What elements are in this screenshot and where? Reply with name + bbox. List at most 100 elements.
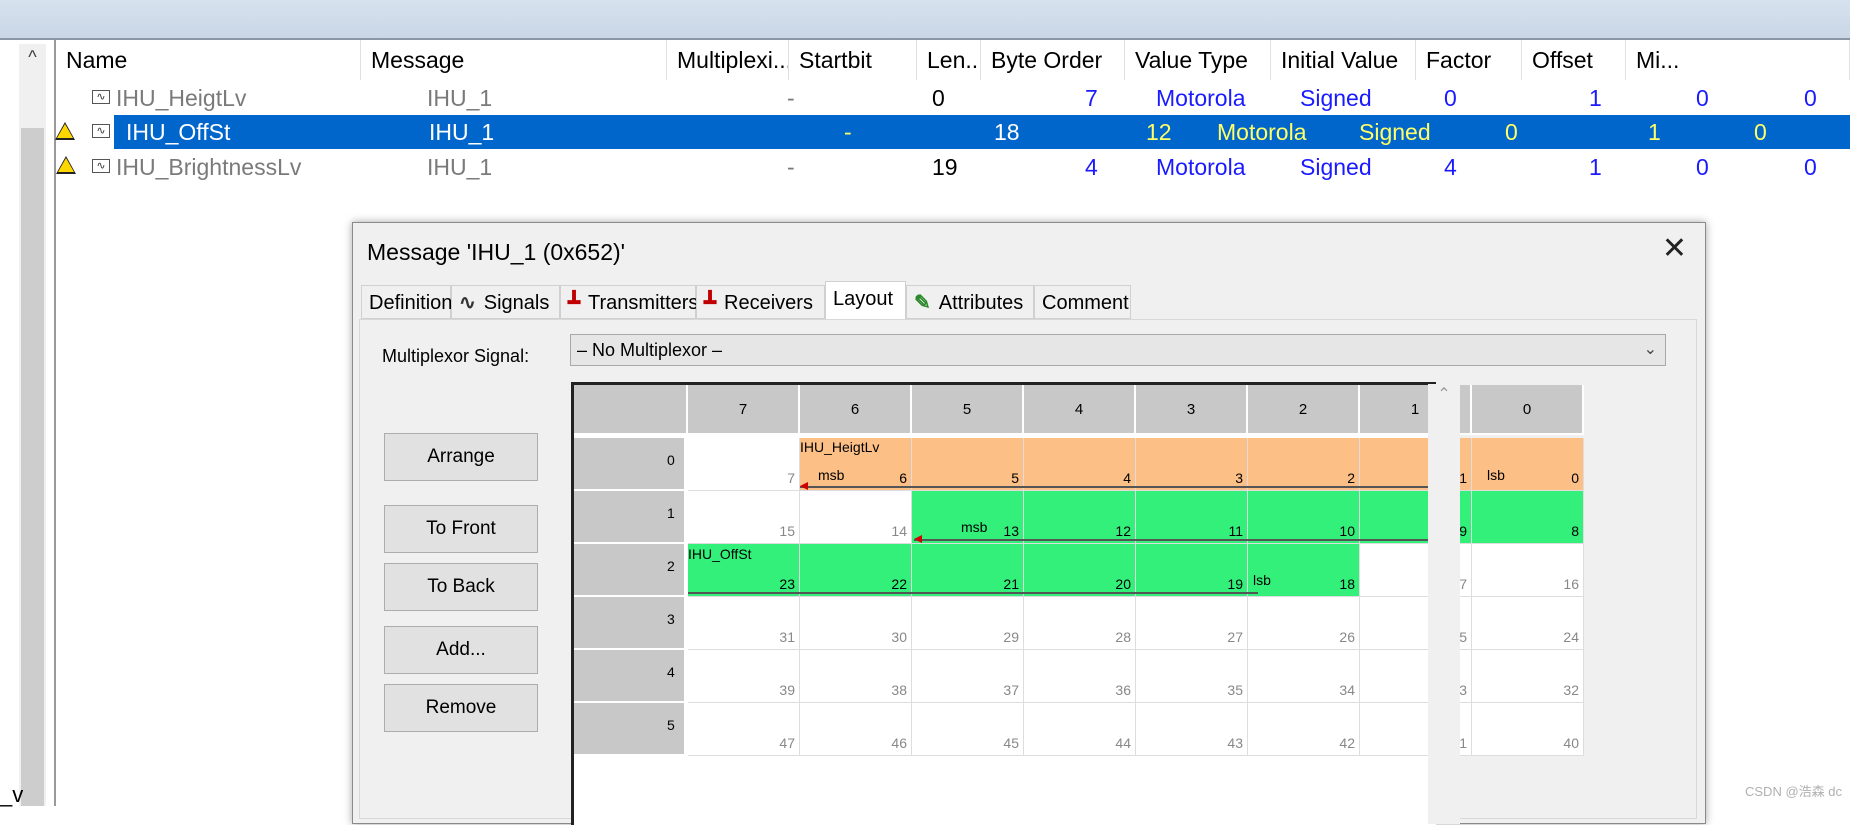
grid-bit-cell[interactable]: 4 bbox=[1024, 438, 1136, 491]
scrollbar-thumb[interactable] bbox=[21, 128, 44, 806]
bit-number: 0 bbox=[1571, 470, 1579, 486]
grid-bit-cell[interactable]: 46 bbox=[800, 703, 912, 756]
grid-bit-cell[interactable]: 40 bbox=[1472, 703, 1584, 756]
grid-bit-cell[interactable]: 47 bbox=[688, 703, 800, 756]
grid-bit-cell[interactable]: 22 bbox=[800, 544, 912, 597]
grid-bit-cell[interactable]: 3 bbox=[1136, 438, 1248, 491]
grid-bit-cell[interactable]: 44 bbox=[1024, 703, 1136, 756]
grid-bit-cell[interactable]: 30 bbox=[800, 597, 912, 650]
signal-line bbox=[688, 592, 1258, 594]
grid-bit-cell[interactable]: 31 bbox=[688, 597, 800, 650]
grid-bit-cell[interactable]: 39 bbox=[688, 650, 800, 703]
table-row-selected[interactable]: ∿ IHU_OffSt IHU_1 - 18 12 Motorola Signe… bbox=[92, 115, 1850, 149]
table-row[interactable]: ! ∿ IHU_BrightnessLv IHU_1 - 19 4 Motoro… bbox=[56, 150, 1850, 184]
to-back-button[interactable]: To Back bbox=[384, 563, 538, 611]
left-scrollbar[interactable]: ^ bbox=[19, 44, 46, 806]
grid-bit-cell[interactable]: 35 bbox=[1136, 650, 1248, 703]
scroll-up-arrow[interactable]: ⌃ bbox=[1428, 384, 1460, 408]
to-front-button[interactable]: To Front bbox=[384, 505, 538, 553]
scroll-up-arrow[interactable]: ^ bbox=[19, 44, 46, 68]
grid-bit-cell[interactable]: 12 bbox=[1024, 491, 1136, 544]
bit-number: 32 bbox=[1563, 682, 1579, 698]
signal-line bbox=[800, 486, 1434, 488]
bit-number: 26 bbox=[1339, 629, 1355, 645]
grid-bit-cell[interactable]: 43 bbox=[1136, 703, 1248, 756]
tab-transmitters[interactable]: ┻ Transmitters bbox=[560, 285, 698, 319]
bit-number: 30 bbox=[891, 629, 907, 645]
grid-bit-cell[interactable]: 7 bbox=[688, 438, 800, 491]
grid-bit-cell[interactable]: 37 bbox=[912, 650, 1024, 703]
remove-button[interactable]: Remove bbox=[384, 684, 538, 732]
grid-bit-cell[interactable]: 34 bbox=[1248, 650, 1360, 703]
column-header-name[interactable]: Name bbox=[56, 40, 361, 80]
grid-bit-cell[interactable]: 45 bbox=[912, 703, 1024, 756]
grid-row-label: 0 bbox=[667, 452, 675, 468]
grid-bit-cell[interactable]: 0 bbox=[1472, 438, 1584, 491]
column-header-byte-order[interactable]: Byte Order bbox=[981, 40, 1125, 80]
tab-layout[interactable]: Layout bbox=[825, 281, 906, 319]
grid-bit-cell[interactable]: 29 bbox=[912, 597, 1024, 650]
layout-tab-panel: Multiplexor Signal: – No Multiplexor – ⌄… bbox=[359, 319, 1697, 825]
signal-arrow bbox=[800, 482, 808, 490]
left-tree-panel: ^ _v bbox=[0, 40, 54, 807]
tab-definition[interactable]: Definition bbox=[361, 285, 452, 319]
tab-label: Signals bbox=[483, 292, 550, 314]
column-header-factor[interactable]: Factor bbox=[1416, 40, 1522, 80]
bit-number: 6 bbox=[899, 470, 907, 486]
byte-order-value: Motorola bbox=[1156, 154, 1246, 180]
grid-bit-cell[interactable]: 36 bbox=[1024, 650, 1136, 703]
grid-bit-cell[interactable]: 42 bbox=[1248, 703, 1360, 756]
tab-comment[interactable]: Comment bbox=[1034, 285, 1131, 319]
grid-bit-cell[interactable]: 15 bbox=[688, 491, 800, 544]
signal-label-heigtlv: IHU_HeigtLv bbox=[800, 439, 880, 455]
column-header-initial-value[interactable]: Initial Value bbox=[1271, 40, 1416, 80]
grid-bit-cell[interactable]: 14 bbox=[800, 491, 912, 544]
grid-scrollbar[interactable]: ⌃ bbox=[1428, 384, 1460, 824]
signal-name: IHU_OffSt bbox=[126, 119, 231, 145]
grid-bit-cell[interactable]: 21 bbox=[912, 544, 1024, 597]
grid-col-header: 6 bbox=[800, 385, 912, 435]
transmitter-icon: ┻ bbox=[568, 292, 581, 314]
grid-row-label: 5 bbox=[667, 717, 675, 733]
chevron-down-icon[interactable]: ⌄ bbox=[1644, 335, 1657, 365]
initial-value: 0 bbox=[1505, 119, 1518, 145]
column-header-startbit[interactable]: Startbit bbox=[789, 40, 917, 80]
column-header-value-type[interactable]: Value Type bbox=[1125, 40, 1271, 80]
grid-bit-cell[interactable]: 2 bbox=[1248, 438, 1360, 491]
grid-bit-cell[interactable]: 16 bbox=[1472, 544, 1584, 597]
column-header-multiplexing[interactable]: Multiplexi... bbox=[667, 40, 789, 80]
lsb-label: lsb bbox=[1253, 572, 1271, 588]
grid-bit-cell[interactable]: 8 bbox=[1472, 491, 1584, 544]
grid-bit-cell[interactable]: 5 bbox=[912, 438, 1024, 491]
bit-number: 42 bbox=[1339, 735, 1355, 751]
table-row[interactable]: ∿ IHU_HeigtLv IHU_1 - 0 7 Motorola Signe… bbox=[56, 81, 1850, 115]
column-header-minimum[interactable]: Mi... bbox=[1626, 40, 1850, 80]
tab-signals[interactable]: ∿ Signals bbox=[451, 285, 560, 319]
grid-bit-cell[interactable]: 24 bbox=[1472, 597, 1584, 650]
grid-bit-cell[interactable]: 10 bbox=[1248, 491, 1360, 544]
byte-order-value: Motorola bbox=[1217, 119, 1307, 145]
add-button[interactable]: Add... bbox=[384, 626, 538, 674]
message-name: IHU_1 bbox=[429, 119, 495, 145]
grid-bit-cell[interactable]: 20 bbox=[1024, 544, 1136, 597]
grid-bit-cell[interactable]: 28 bbox=[1024, 597, 1136, 650]
grid-bit-cell[interactable]: 11 bbox=[1136, 491, 1248, 544]
grid-bit-cell[interactable]: 18 bbox=[1248, 544, 1360, 597]
grid-bit-cell[interactable]: 13 bbox=[912, 491, 1024, 544]
tab-label: Receivers bbox=[724, 292, 813, 314]
message-dialog: Message 'IHU_1 (0x652)' ✕ Definition ∿ Si… bbox=[352, 222, 1706, 825]
multiplexor-select[interactable]: – No Multiplexor – ⌄ bbox=[570, 334, 1666, 366]
grid-bit-cell[interactable]: 38 bbox=[800, 650, 912, 703]
bit-layout-grid[interactable]: 7 6 5 4 3 2 1 0 0 7 6 5 4 3 2 1 0 1 15 14 13 12 11 10 9 8 2 23 22 21 2… bbox=[571, 382, 1584, 825]
tab-receivers[interactable]: ┻ Receivers bbox=[696, 285, 825, 319]
close-icon[interactable]: ✕ bbox=[1662, 231, 1687, 266]
column-header-offset[interactable]: Offset bbox=[1522, 40, 1626, 80]
column-header-message[interactable]: Message bbox=[361, 40, 667, 80]
grid-bit-cell[interactable]: 26 bbox=[1248, 597, 1360, 650]
arrange-button[interactable]: Arrange bbox=[384, 433, 538, 481]
tab-attributes[interactable]: ✎ Attributes bbox=[906, 285, 1034, 319]
grid-bit-cell[interactable]: 27 bbox=[1136, 597, 1248, 650]
column-header-length[interactable]: Len... bbox=[917, 40, 981, 80]
grid-bit-cell[interactable]: 32 bbox=[1472, 650, 1584, 703]
grid-bit-cell[interactable]: 19 bbox=[1136, 544, 1248, 597]
